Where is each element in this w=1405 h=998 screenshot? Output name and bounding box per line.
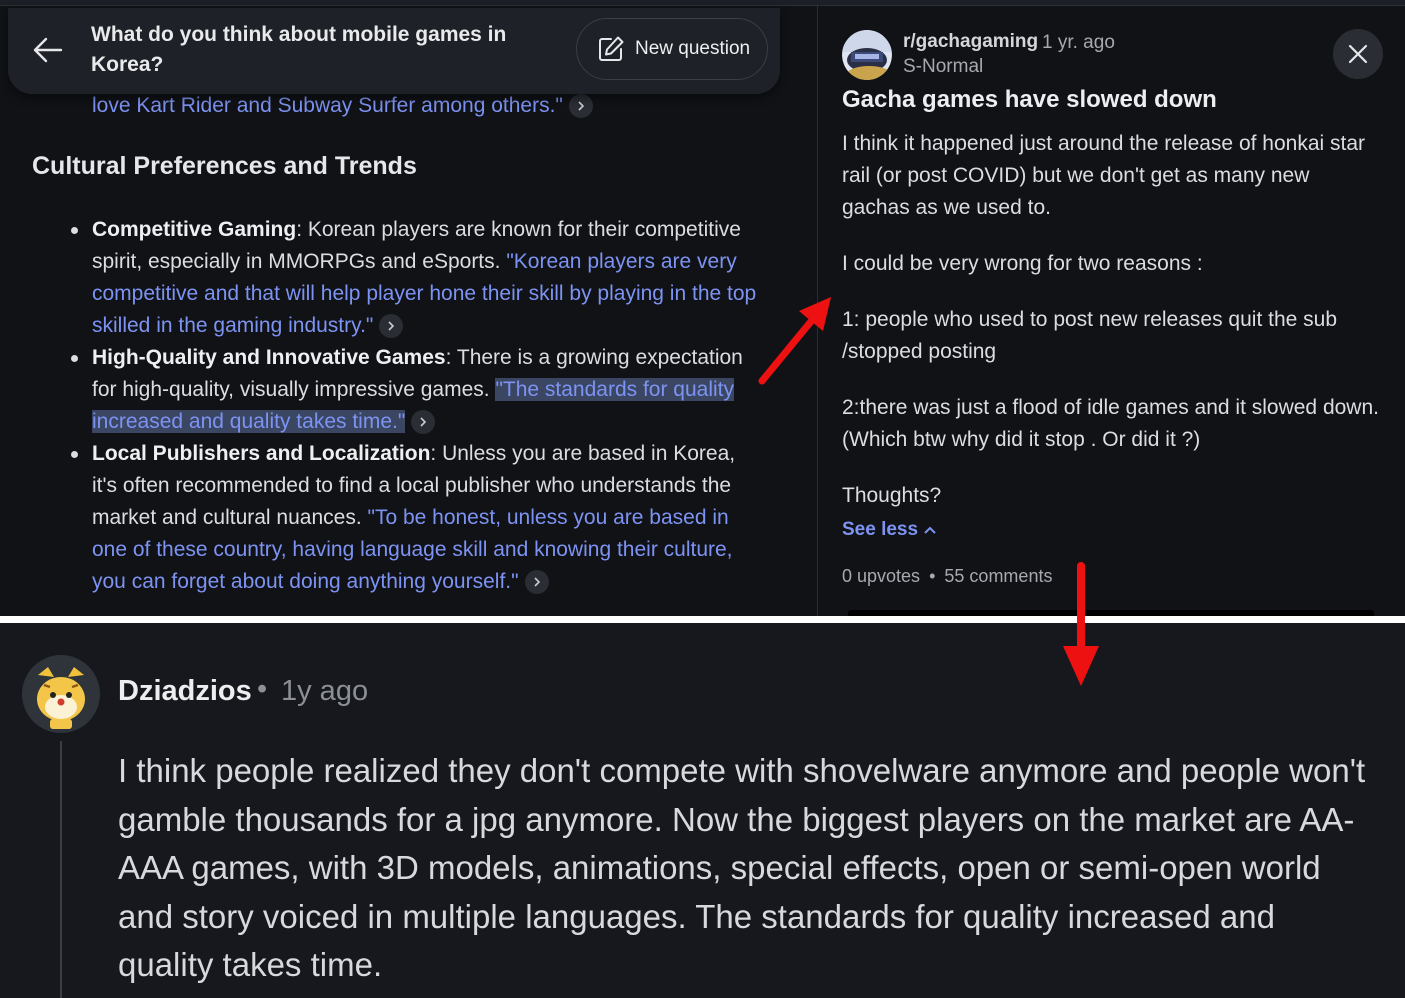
new-question-label: New question [635,38,751,59]
back-arrow-icon [33,37,63,63]
quote-line-text[interactable]: love Kart Rider and Subway Surfer among … [92,94,563,117]
post-body: I think it happened just around the rele… [842,128,1382,536]
chevron-right-icon [420,417,427,428]
see-less-button[interactable]: See less [842,519,937,541]
subreddit-name[interactable]: r/gachagaming [903,31,1038,53]
source-chevron-button[interactable] [411,410,436,435]
user-flair: S-Normal [903,56,984,77]
source-chevron-button[interactable] [568,94,593,119]
source-chevron-button[interactable] [379,314,404,339]
back-button[interactable] [30,32,66,68]
comment-age: 1y ago [281,675,369,707]
subreddit-avatar[interactable] [842,30,892,80]
bullet-lead: High-Quality and Innovative Games [92,346,446,369]
post-title[interactable]: Gacha games have slowed down [842,86,1217,114]
chevron-right-icon [388,321,395,332]
comment-separator: • [257,673,268,705]
edit-icon [599,36,624,61]
upvote-count: 0 upvotes [842,566,921,586]
close-icon [1348,44,1368,64]
new-question-button[interactable]: New question [576,18,768,80]
post-paragraph: Thoughts? [842,484,942,507]
question-title: What do you think about mobile games in … [91,23,507,76]
list-item: Competitive Gaming: Korean players are k… [71,214,762,342]
comment-count[interactable]: 55 comments [944,566,1052,586]
reddit-comment: Dziadzios • 1y ago I think people realiz… [0,623,1405,998]
thread-line[interactable] [60,741,62,998]
bullet-list: Competitive Gaming: Korean players are k… [71,214,762,598]
post-paragraph: 1: people who used to post new releases … [842,308,1337,363]
stats-separator: • [929,566,936,586]
list-item: Local Publishers and Localization: Unles… [71,438,762,598]
close-button[interactable] [1333,29,1383,79]
annotation-arrow-down [1063,562,1099,686]
question-header: What do you think about mobile games in … [8,8,780,94]
screenshot-top: love Kart Rider and Subway Surfer among … [0,0,1405,616]
chevron-right-icon [578,101,584,112]
source-chevron-button[interactable] [524,570,549,595]
subreddit-avatar-icon [842,30,892,80]
post-paragraph: I could be very wrong for two reasons : [842,252,1203,275]
list-item: High-Quality and Innovative Games: There… [71,342,762,438]
answer-pane: love Kart Rider and Subway Surfer among … [0,6,817,616]
section-heading: Cultural Preferences and Trends [32,152,417,180]
post-paragraph: 2:there was just a flood of idle games a… [842,396,1379,451]
bullet-lead: Competitive Gaming [92,218,297,241]
post-paragraph: I think it happened just around the rele… [842,132,1366,219]
avatar[interactable] [22,655,100,733]
chevron-right-icon [534,577,540,588]
see-less-label: See less [842,519,919,540]
bullet-lead: Local Publishers and Localization [92,442,431,465]
answer-quote-line[interactable]: love Kart Rider and Subway Surfer among … [92,90,593,122]
reddit-post-pane: r/gachagaming 1 yr. ago S-Normal Gacha g… [818,6,1405,616]
annotation-arrow-diagonal [758,297,831,385]
commenter-name[interactable]: Dziadzios [118,675,252,708]
user-avatar-icon [22,655,100,733]
post-stats: 0 upvotes • 55 comments [842,566,1052,587]
chevron-up-icon [924,526,937,534]
screenshot-separator [0,616,1405,623]
post-age: 1 yr. ago [1042,32,1115,53]
comment-text: I think people realized they don't compe… [118,752,1366,983]
